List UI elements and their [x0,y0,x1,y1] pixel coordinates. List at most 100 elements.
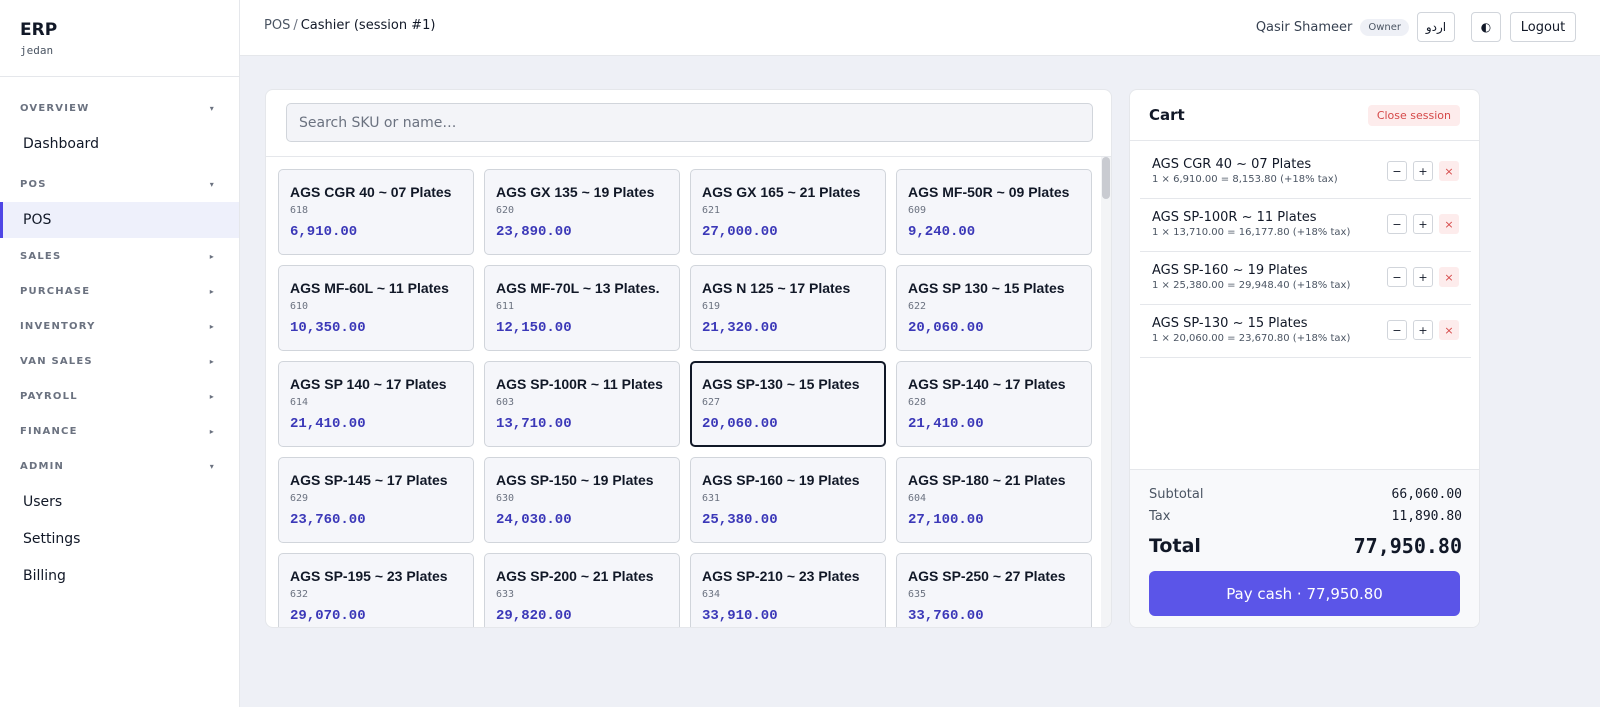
remove-icon[interactable]: × [1439,161,1459,181]
product-price: 23,890.00 [496,224,572,240]
caret-right-icon: ▸ [209,322,215,331]
product-card[interactable]: AGS SP-180 ~ 21 Plates 604 27,100.00 [896,457,1092,543]
cart-line-controls: − + × [1387,161,1459,181]
product-card[interactable]: AGS SP-100R ~ 11 Plates 603 13,710.00 [484,361,680,447]
sidebar-section-admin[interactable]: ADMIN ▾ [0,449,239,484]
product-card[interactable]: AGS GX 135 ~ 19 Plates 620 23,890.00 [484,169,680,255]
product-sku: 629 [290,493,309,504]
brand: ERP jedan [0,0,239,77]
breadcrumb-root[interactable]: POS [264,18,290,33]
sidebar-section-sales[interactable]: SALES ▸ [0,239,239,274]
product-card[interactable]: AGS SP-140 ~ 17 Plates 628 21,410.00 [896,361,1092,447]
product-sku: 634 [702,589,721,600]
product-card[interactable]: AGS SP 140 ~ 17 Plates 614 21,410.00 [278,361,474,447]
cart-list: AGS CGR 40 ~ 07 Plates 1 × 6,910.00 = 8,… [1140,146,1471,358]
language-button[interactable]: اردو [1417,12,1455,42]
pay-cash-button[interactable]: Pay cash · 77,950.80 [1149,571,1460,616]
product-price: 29,820.00 [496,608,572,624]
decrement-button[interactable]: − [1387,161,1407,181]
sidebar-item-pos[interactable]: POS [0,202,239,238]
sidebar-section-pos[interactable]: POS ▾ [0,167,239,202]
increment-button[interactable]: + [1413,214,1433,234]
remove-icon[interactable]: × [1439,267,1459,287]
product-price: 20,060.00 [908,320,984,336]
product-scrollbar[interactable] [1101,157,1111,627]
product-card[interactable]: AGS SP 130 ~ 15 Plates 622 20,060.00 [896,265,1092,351]
product-sku: 611 [496,301,515,312]
brand-title: ERP [20,20,58,40]
sidebar-section-finance[interactable]: FINANCE ▸ [0,414,239,449]
product-sku: 635 [908,589,927,600]
subtotal-row: Subtotal 66,060.00 [1149,484,1462,504]
sidebar-section-overview[interactable]: OVERVIEW ▾ [0,91,239,126]
decrement-button[interactable]: − [1387,267,1407,287]
total-label: Total [1149,535,1201,557]
cart-line: AGS CGR 40 ~ 07 Plates 1 × 6,910.00 = 8,… [1140,146,1471,199]
sidebar-item-users[interactable]: Users [0,484,239,520]
scrollbar-thumb[interactable] [1102,157,1110,199]
section-label: SALES [20,251,62,262]
sidebar-item-dashboard[interactable]: Dashboard [0,126,239,162]
theme-toggle-icon[interactable]: ◐ [1471,12,1501,42]
close-session-button[interactable]: Close session [1367,104,1460,126]
logout-button[interactable]: Logout [1510,12,1576,42]
sidebar-section-van-sales[interactable]: VAN SALES ▸ [0,344,239,379]
product-sku: 610 [290,301,309,312]
product-sku: 619 [702,301,721,312]
remove-icon[interactable]: × [1439,214,1459,234]
sidebar-item-billing[interactable]: Billing [0,558,239,594]
sidebar-section-payroll[interactable]: PAYROLL ▸ [0,379,239,414]
product-card[interactable]: AGS GX 165 ~ 21 Plates 621 27,000.00 [690,169,886,255]
product-name: AGS SP 130 ~ 15 Plates [908,280,1065,296]
product-card[interactable]: AGS SP-210 ~ 23 Plates 634 33,910.00 [690,553,886,627]
product-card[interactable]: AGS SP-250 ~ 27 Plates 635 33,760.00 [896,553,1092,627]
product-price: 21,320.00 [702,320,778,336]
product-card[interactable]: AGS MF-60L ~ 11 Plates 610 10,350.00 [278,265,474,351]
increment-button[interactable]: + [1413,320,1433,340]
product-card[interactable]: AGS SP-160 ~ 19 Plates 631 25,380.00 [690,457,886,543]
sidebar-section-purchase[interactable]: PURCHASE ▸ [0,274,239,309]
product-card[interactable]: AGS SP-200 ~ 21 Plates 633 29,820.00 [484,553,680,627]
product-name: AGS SP-180 ~ 21 Plates [908,472,1066,488]
product-price: 10,350.00 [290,320,366,336]
product-card-selected[interactable]: AGS SP-130 ~ 15 Plates 627 20,060.00 [690,361,886,447]
product-card[interactable]: AGS SP-195 ~ 23 Plates 632 29,070.00 [278,553,474,627]
user-name: Qasir Shameer [1255,19,1353,35]
product-name: AGS SP-145 ~ 17 Plates [290,472,448,488]
decrement-button[interactable]: − [1387,320,1407,340]
product-card[interactable]: AGS SP-150 ~ 19 Plates 630 24,030.00 [484,457,680,543]
product-card[interactable]: AGS N 125 ~ 17 Plates 619 21,320.00 [690,265,886,351]
increment-button[interactable]: + [1413,267,1433,287]
product-card[interactable]: AGS CGR 40 ~ 07 Plates 618 6,910.00 [278,169,474,255]
product-name: AGS MF-50R ~ 09 Plates [908,184,1070,200]
product-sku: 632 [290,589,309,600]
product-price: 27,000.00 [702,224,778,240]
section-label: OVERVIEW [20,103,90,114]
search-bar [266,90,1111,157]
product-price: 21,410.00 [290,416,366,432]
product-card[interactable]: AGS SP-145 ~ 17 Plates 629 23,760.00 [278,457,474,543]
product-sku: 622 [908,301,927,312]
product-price: 13,710.00 [496,416,572,432]
product-name: AGS SP-210 ~ 23 Plates [702,568,860,584]
product-price: 24,030.00 [496,512,572,528]
cart-header: Cart Close session [1130,90,1479,141]
decrement-button[interactable]: − [1387,214,1407,234]
sidebar-section-inventory[interactable]: INVENTORY ▸ [0,309,239,344]
tax-value: 11,890.80 [1391,508,1462,524]
search-input[interactable] [286,103,1093,142]
increment-button[interactable]: + [1413,161,1433,181]
caret-down-icon: ▾ [209,462,215,471]
caret-right-icon: ▸ [209,357,215,366]
cart-line-controls: − + × [1387,214,1459,234]
product-name: AGS SP-140 ~ 17 Plates [908,376,1066,392]
sidebar-item-settings[interactable]: Settings [0,521,239,557]
product-sku: 618 [290,205,309,216]
caret-down-icon: ▾ [209,180,215,189]
section-label: PAYROLL [20,391,78,402]
sidebar-nav: OVERVIEW ▾ Dashboard POS ▾ POS SALES ▸ P… [0,77,239,594]
product-card[interactable]: AGS MF-70L ~ 13 Plates. 611 12,150.00 [484,265,680,351]
product-panel: AGS CGR 40 ~ 07 Plates 618 6,910.00 AGS GX… [265,89,1112,628]
remove-icon[interactable]: × [1439,320,1459,340]
product-card[interactable]: AGS MF-50R ~ 09 Plates 609 9,240.00 [896,169,1092,255]
